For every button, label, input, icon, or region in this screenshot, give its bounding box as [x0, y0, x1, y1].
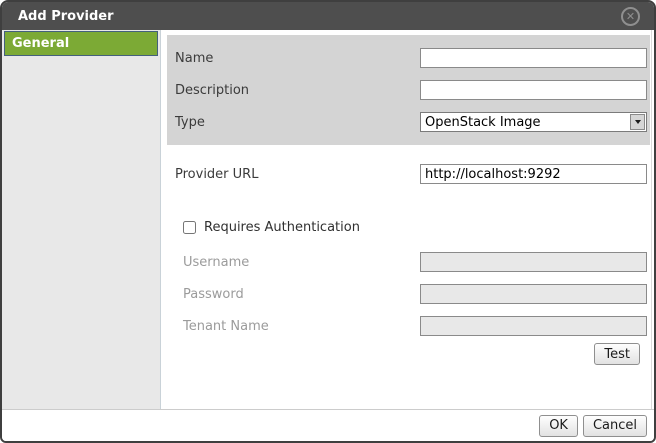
general-panel: Name Description Type OpenStack Image — [167, 35, 650, 145]
sidebar: General — [2, 30, 161, 409]
type-select[interactable]: OpenStack Image — [420, 112, 647, 132]
provider-url-row: Provider URL — [167, 158, 650, 190]
name-label: Name — [175, 51, 420, 66]
name-row: Name — [167, 42, 650, 74]
dropdown-button[interactable] — [630, 114, 645, 130]
description-row: Description — [167, 74, 650, 106]
dialog-footer: OK Cancel — [2, 409, 654, 441]
password-input[interactable] — [420, 284, 647, 304]
test-row: Test — [167, 343, 650, 365]
ok-button[interactable]: OK — [539, 415, 578, 437]
dialog-body: General Name Description Type OpenStack … — [2, 30, 654, 409]
description-input[interactable] — [420, 80, 647, 100]
password-row: Password — [167, 278, 650, 310]
provider-section: Provider URL Requires Authentication Use… — [167, 145, 650, 365]
tenant-name-row: Tenant Name — [167, 310, 650, 342]
add-provider-dialog: Add Provider ✕ General Name Description … — [0, 0, 656, 443]
requires-auth-label[interactable]: Requires Authentication — [204, 220, 360, 235]
provider-url-input[interactable] — [420, 164, 647, 184]
form-area: Name Description Type OpenStack Image — [161, 30, 652, 409]
username-input[interactable] — [420, 252, 647, 272]
sidebar-item-general[interactable]: General — [4, 31, 158, 56]
requires-auth-checkbox[interactable] — [183, 221, 196, 234]
tenant-name-label: Tenant Name — [175, 319, 420, 334]
type-select-value: OpenStack Image — [421, 115, 629, 130]
dialog-title: Add Provider — [2, 9, 114, 24]
username-label: Username — [175, 255, 420, 270]
dialog-titlebar: Add Provider ✕ — [2, 2, 654, 30]
cancel-button[interactable]: Cancel — [583, 415, 647, 437]
name-input[interactable] — [420, 48, 647, 68]
description-label: Description — [175, 83, 420, 98]
provider-url-label: Provider URL — [175, 167, 420, 182]
type-row: Type OpenStack Image — [167, 106, 650, 138]
username-row: Username — [167, 246, 650, 278]
sidebar-item-label: General — [12, 36, 69, 51]
close-icon[interactable]: ✕ — [621, 7, 640, 26]
requires-auth-row: Requires Authentication — [167, 217, 650, 237]
password-label: Password — [175, 287, 420, 302]
type-label: Type — [175, 115, 420, 130]
test-button[interactable]: Test — [594, 343, 640, 365]
chevron-down-icon — [635, 120, 641, 124]
tenant-name-input[interactable] — [420, 316, 647, 336]
